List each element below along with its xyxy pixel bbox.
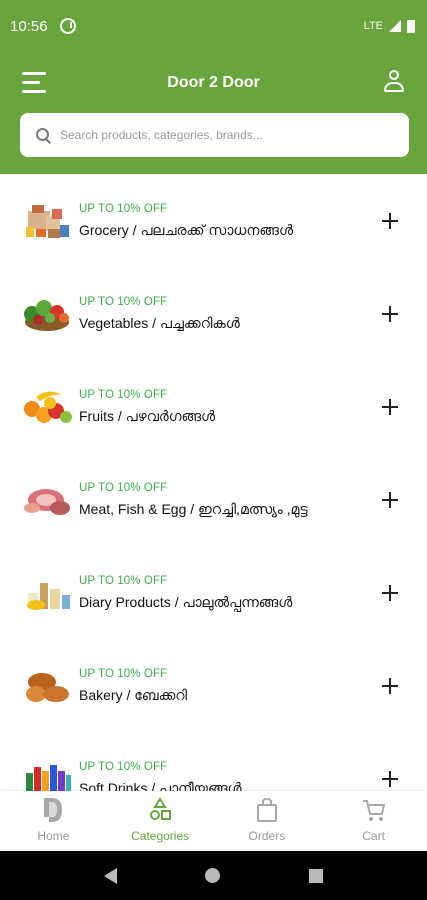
meat-icon — [24, 488, 70, 515]
nav-categories[interactable]: Categories — [107, 791, 214, 851]
expand-plus-icon[interactable] — [382, 677, 398, 694]
search-bar[interactable] — [20, 113, 409, 157]
offer-label: UP TO 10% OFF — [79, 760, 168, 773]
category-item-meat[interactable]: UP TO 10% OFF Meat, Fish & Egg / ഇറച്ചി,… — [0, 453, 427, 546]
bakery-icon — [26, 672, 69, 702]
category-name: Fruits / പഴവർഗങ്ങൾ — [79, 407, 216, 424]
offer-label: UP TO 10% OFF — [79, 295, 168, 308]
category-name: Diary Products / പാലുൽപ്പന്നങ്ങൾ — [79, 593, 293, 610]
search-input[interactable] — [60, 128, 390, 142]
expand-plus-icon[interactable] — [382, 491, 398, 508]
home-button-icon[interactable] — [205, 868, 221, 883]
category-text: UP TO 10% OFF Grocery / പലചരക്ക് സാധനങ്ങ… — [79, 203, 293, 239]
battery-icon — [407, 19, 415, 33]
nav-cart[interactable]: Cart — [320, 791, 427, 851]
vegetables-icon — [24, 299, 69, 331]
category-item-bakery[interactable]: UP TO 10% OFF Bakery / ബേക്കറി — [0, 639, 427, 732]
category-item-grocery[interactable]: UP TO 10% OFF Grocery / പലചരക്ക് സാധനങ്ങ… — [0, 174, 427, 267]
nav-label: Cart — [362, 829, 385, 843]
status-bar: 10:56 LTE — [0, 0, 427, 52]
home-icon — [44, 798, 63, 822]
recents-icon[interactable] — [308, 868, 323, 883]
category-text: UP TO 10% OFF Bakery / ബേക്കറി — [79, 668, 187, 704]
category-item-vegetables[interactable]: UP TO 10% OFF Vegetables / പച്ചക്കറികൾ — [0, 267, 427, 360]
category-text: UP TO 10% OFF Fruits / പഴവർഗങ്ങൾ — [79, 389, 215, 425]
category-name: Bakery / ബേക്കറി — [79, 686, 188, 703]
app-bar: Door 2 Door — [0, 52, 427, 174]
grocery-icon — [26, 204, 69, 238]
offer-label: UP TO 10% OFF — [79, 388, 168, 401]
nav-orders[interactable]: Orders — [214, 791, 321, 851]
drinks-icon — [26, 764, 71, 791]
system-nav-bar — [0, 851, 427, 900]
nav-label: Categories — [131, 829, 190, 843]
offer-label: UP TO 10% OFF — [79, 667, 168, 680]
bag-icon — [256, 797, 277, 822]
bottom-nav: Home Categories Orders Cart — [0, 791, 427, 851]
sync-icon — [59, 18, 76, 34]
category-text: UP TO 10% OFF Vegetables / പച്ചക്കറികൾ — [79, 296, 240, 332]
expand-plus-icon[interactable] — [382, 584, 398, 601]
category-text: UP TO 10% OFF Meat, Fish & Egg / ഇറച്ചി,… — [79, 482, 308, 518]
dairy-icon — [27, 582, 70, 610]
back-icon[interactable] — [104, 867, 118, 884]
category-item-fruits[interactable]: UP TO 10% OFF Fruits / പഴവർഗങ്ങൾ — [0, 360, 427, 453]
offer-label: UP TO 10% OFF — [79, 574, 168, 587]
expand-plus-icon[interactable] — [382, 398, 398, 415]
network-label: LTE — [363, 20, 383, 32]
status-time: 10:56 — [10, 17, 48, 35]
app-title: Door 2 Door — [167, 74, 260, 91]
category-name: Grocery / പലചരക്ക് സാധനങ്ങൾ — [79, 221, 293, 238]
expand-plus-icon[interactable] — [382, 305, 398, 322]
category-text: UP TO 10% OFF Soft Drinks / പാനീയങ്ങൾ — [79, 761, 242, 792]
category-name: Soft Drinks / പാനീയങ്ങൾ — [79, 779, 242, 792]
expand-plus-icon[interactable] — [382, 212, 398, 229]
category-name: Meat, Fish & Egg / ഇറച്ചി,മത്സ്യം ,മുട്ട — [79, 500, 308, 517]
category-name: Vegetables / പച്ചക്കറികൾ — [79, 314, 240, 331]
category-text: UP TO 10% OFF Diary Products / പാലുൽപ്പന… — [79, 575, 292, 611]
nav-label: Orders — [248, 829, 286, 843]
profile-icon[interactable] — [383, 70, 405, 94]
category-item-dairy[interactable]: UP TO 10% OFF Diary Products / പാലുൽപ്പന… — [0, 546, 427, 639]
fruits-icon — [24, 390, 72, 423]
category-item-soft-drinks[interactable]: UP TO 10% OFF Soft Drinks / പാനീയങ്ങൾ — [0, 732, 427, 791]
offer-label: UP TO 10% OFF — [79, 202, 168, 215]
signal-icon — [389, 20, 401, 32]
categories-icon — [150, 797, 172, 820]
search-icon — [36, 128, 50, 142]
category-list: UP TO 10% OFF Grocery / പലചരക്ക് സാധനങ്ങ… — [0, 174, 427, 791]
cart-icon — [362, 800, 385, 821]
expand-plus-icon[interactable] — [382, 770, 398, 787]
offer-label: UP TO 10% OFF — [79, 481, 168, 494]
nav-label: Home — [37, 829, 70, 843]
nav-home[interactable]: Home — [0, 791, 107, 851]
